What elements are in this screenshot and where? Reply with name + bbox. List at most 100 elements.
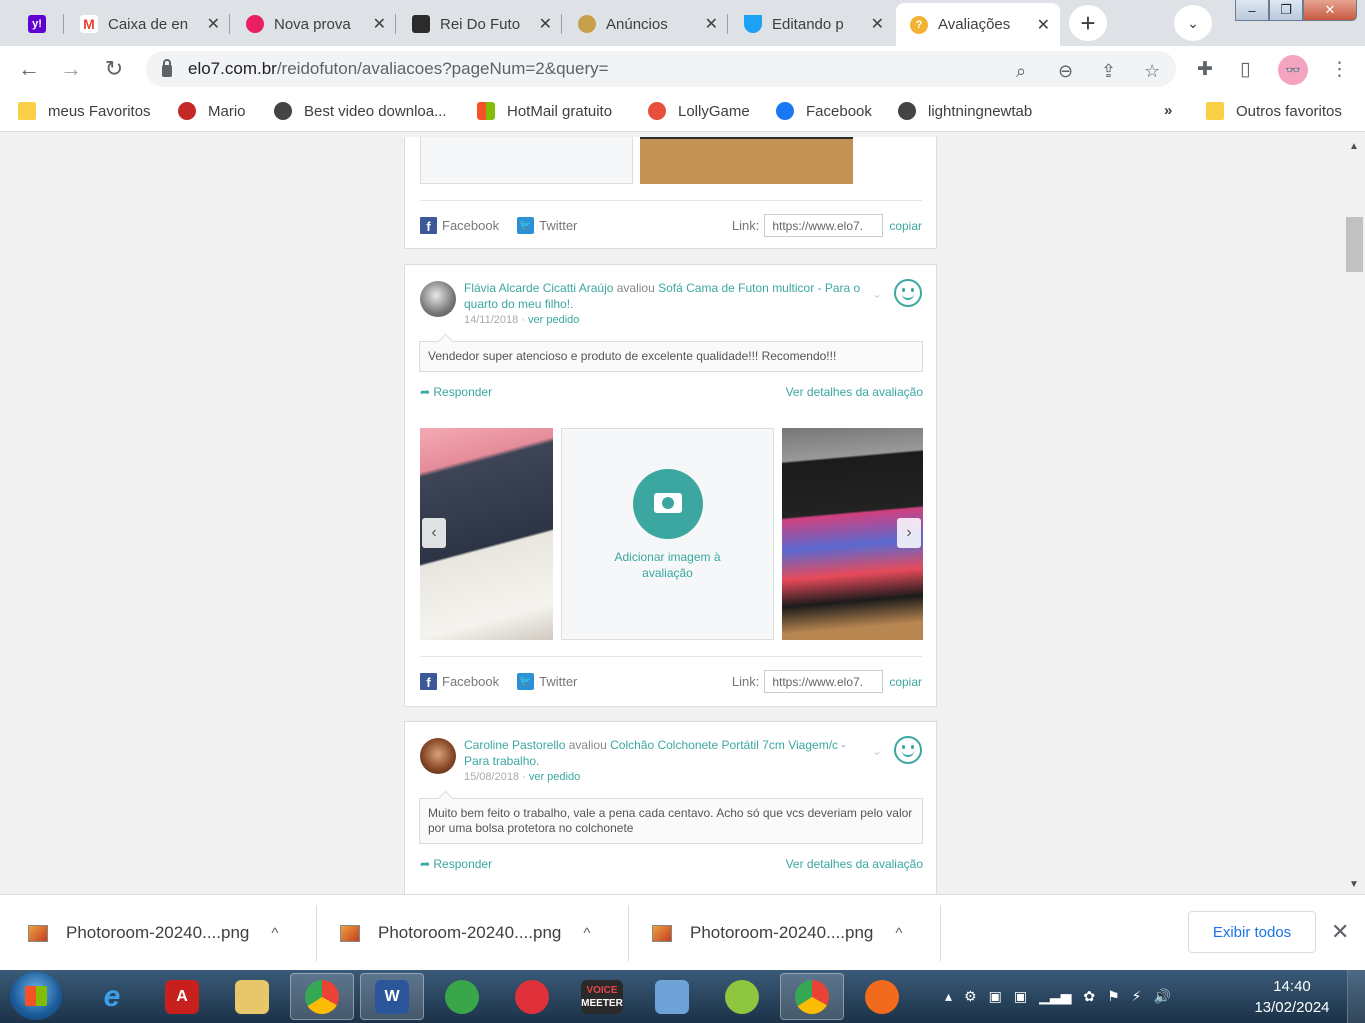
taskbar-clock[interactable]: 14:40 13/02/2024 [1250, 976, 1334, 1018]
share-twitter-link[interactable]: Twitter [539, 674, 577, 689]
extensions-icon[interactable]: ✚ [1197, 58, 1213, 81]
download-item[interactable]: Photoroom-20240....png ^ [340, 895, 590, 971]
bookmarks-overflow-button[interactable]: » [1164, 102, 1172, 119]
reply-button[interactable]: ➦ Responder [420, 857, 492, 871]
product-link[interactable]: Colchão Colchonete Portátil 7cm [610, 738, 785, 752]
show-desktop-button[interactable] [1347, 970, 1365, 1023]
tab-avaliacoes[interactable]: ? Avaliações ✕ [896, 3, 1060, 46]
taskbar-word[interactable]: W [360, 973, 424, 1020]
taskbar-chrome[interactable] [290, 973, 354, 1020]
download-item[interactable]: Photoroom-20240....png ^ [28, 895, 278, 971]
new-tab-button[interactable]: + [1069, 5, 1107, 41]
tray-app-icon[interactable]: ▣ [1014, 988, 1027, 1005]
start-button[interactable] [10, 972, 62, 1020]
reviewer-name[interactable]: Caroline Pastorello [464, 738, 565, 752]
menu-icon[interactable]: ⋮ [1330, 58, 1349, 81]
taskbar-app-green[interactable] [430, 973, 494, 1020]
bookmark-lightningnewtab[interactable]: lightningnewtab [898, 102, 1032, 120]
bookmark-facebook[interactable]: Facebook [776, 102, 872, 120]
close-tab-icon[interactable]: ✕ [705, 14, 718, 34]
tab-rei-do-futon[interactable]: Rei Do Futo ✕ [398, 5, 562, 43]
reload-button[interactable]: ↻ [100, 55, 128, 83]
chevron-down-icon[interactable]: ⌄ [872, 744, 882, 758]
tray-app-icon[interactable]: ▣ [989, 988, 1002, 1005]
scroll-down-icon[interactable]: ▼ [1349, 879, 1359, 890]
product-link[interactable]: Sofá Cama de Futon multicor [658, 281, 814, 295]
chevron-down-icon[interactable]: ⌄ [872, 287, 882, 301]
share-facebook-link[interactable]: Facebook [442, 218, 499, 233]
taskbar-voicemeeter[interactable]: VOICE MEETER [570, 973, 634, 1020]
back-button[interactable]: ← [15, 55, 43, 83]
flag-icon[interactable]: ⚑ [1107, 988, 1120, 1005]
tab-nova-prova[interactable]: Nova prova ✕ [232, 5, 396, 43]
scrollbar-thumb[interactable] [1346, 217, 1363, 272]
chevron-right-icon[interactable]: › [897, 518, 921, 548]
review-details-link[interactable]: Ver detalhes da avaliação [786, 385, 923, 399]
reply-button[interactable]: ➦ Responder [420, 385, 492, 399]
reviewer-avatar[interactable] [420, 281, 456, 317]
chevron-left-icon[interactable]: ‹ [422, 518, 446, 548]
maximize-button[interactable]: ❐ [1269, 0, 1303, 21]
share-icon[interactable]: ⇪ [1101, 61, 1116, 82]
star-icon[interactable]: ☆ [1144, 61, 1160, 82]
tray-app-icon[interactable]: ✿ [1083, 988, 1095, 1005]
add-image-tile[interactable]: Adicionar imagem à avaliação [561, 428, 774, 640]
review-details-link[interactable]: Ver detalhes da avaliação [786, 857, 923, 871]
side-panel-icon[interactable]: ▯ [1240, 58, 1250, 81]
scroll-up-icon[interactable]: ▲ [1349, 141, 1359, 152]
network-icon[interactable]: ⚙ [964, 988, 977, 1005]
ver-pedido-link[interactable]: ver pedido [529, 771, 580, 783]
taskbar-photos[interactable] [640, 973, 704, 1020]
reviewer-avatar[interactable] [420, 738, 456, 774]
forward-button[interactable]: → [57, 55, 85, 83]
chevron-up-icon[interactable]: ^ [583, 925, 590, 942]
bookmark-best-video[interactable]: Best video downloa... [274, 102, 447, 120]
close-tab-icon[interactable]: ✕ [539, 14, 552, 34]
review-photo[interactable] [640, 137, 853, 184]
show-all-downloads-button[interactable]: Exibir todos [1188, 911, 1316, 953]
taskbar-app-lime[interactable] [710, 973, 774, 1020]
taskbar-app-red[interactable] [500, 973, 564, 1020]
tab-editando[interactable]: Editando p ✕ [730, 5, 894, 43]
close-tab-icon[interactable]: ✕ [1037, 15, 1050, 35]
profile-avatar[interactable]: 👓 [1278, 55, 1308, 85]
share-link-field[interactable]: https://www.elo7. [764, 670, 884, 693]
tab-anuncios[interactable]: Anúncios ✕ [564, 5, 728, 43]
bookmark-meus-favoritos[interactable]: meus Favoritos [18, 102, 151, 120]
close-downloads-icon[interactable]: ✕ [1331, 919, 1349, 945]
bookmark-outros-favoritos[interactable]: Outros favoritos [1206, 102, 1342, 120]
tab-yahoo[interactable]: y! [14, 5, 64, 43]
close-tab-icon[interactable]: ✕ [373, 14, 386, 34]
taskbar-app-orange[interactable] [850, 973, 914, 1020]
chevron-up-icon[interactable]: ^ [271, 925, 278, 942]
share-twitter-link[interactable]: Twitter [539, 218, 577, 233]
bookmark-lollygame[interactable]: LollyGame [648, 102, 750, 120]
signal-icon[interactable]: ▁▃▅ [1039, 988, 1071, 1005]
ver-pedido-link[interactable]: ver pedido [528, 314, 579, 326]
address-bar[interactable]: elo7.com.br/reidofuton/avaliacoes?pageNu… [146, 51, 1176, 87]
close-tab-icon[interactable]: ✕ [871, 14, 884, 34]
add-image-tile[interactable] [420, 137, 633, 184]
taskbar-chrome-profile[interactable] [780, 973, 844, 1020]
power-icon[interactable]: ⚡ [1132, 988, 1142, 1005]
close-window-button[interactable]: ✕ [1303, 0, 1357, 21]
bookmark-mario[interactable]: Mario [178, 102, 246, 120]
zoom-icon[interactable]: ⊖ [1058, 61, 1073, 82]
share-facebook-link[interactable]: Facebook [442, 674, 499, 689]
bookmark-hotmail[interactable]: HotMail gratuito [477, 102, 612, 120]
chevron-up-icon[interactable]: ^ [895, 925, 902, 942]
copy-link-button[interactable]: copiar [889, 675, 922, 689]
volume-icon[interactable]: 🔊 [1154, 988, 1171, 1005]
taskbar-explorer[interactable] [220, 973, 284, 1020]
taskbar-internet-explorer[interactable]: e [80, 973, 144, 1020]
page-scrollbar[interactable]: ▲ ▼ [1345, 137, 1365, 894]
tab-search-button[interactable]: ⌄ [1174, 5, 1212, 41]
search-icon[interactable]: ⌕ [1016, 61, 1026, 82]
taskbar-acrobat[interactable]: A [150, 973, 214, 1020]
share-link-field[interactable]: https://www.elo7. [764, 214, 884, 237]
tray-arrow-icon[interactable]: ▴ [945, 988, 952, 1005]
reviewer-name[interactable]: Flávia Alcarde Cicatti Araújo [464, 281, 613, 295]
tab-gmail[interactable]: M Caixa de en ✕ [66, 5, 230, 43]
close-tab-icon[interactable]: ✕ [207, 14, 220, 34]
download-item[interactable]: Photoroom-20240....png ^ [652, 895, 902, 971]
